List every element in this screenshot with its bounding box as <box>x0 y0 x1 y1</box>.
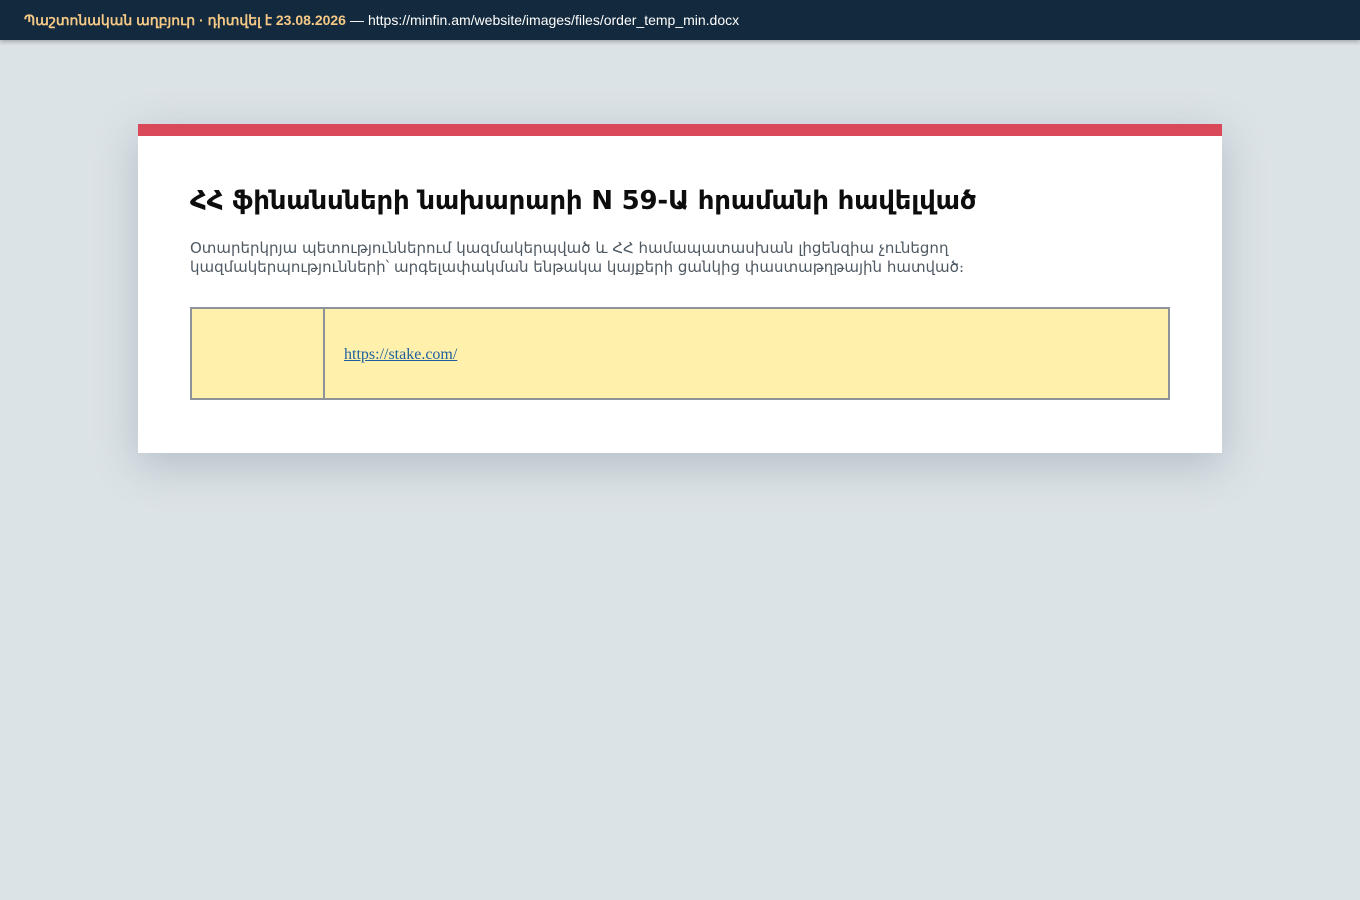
document-card: ՀՀ ֆինանսների նախարարի N 59-Ա հրամանի հա… <box>138 124 1222 453</box>
site-link[interactable]: https://stake.com/ <box>344 346 457 363</box>
table-row: https://stake.com/ <box>190 307 1170 400</box>
sites-table: https://stake.com/ <box>190 307 1170 400</box>
source-label: Պաշտոնական աղբյուր · դիտվել է 23.08.2026 <box>24 11 346 28</box>
accent-stripe <box>138 124 1222 136</box>
source-bar: Պաշտոնական աղբյուր · դիտվել է 23.08.2026… <box>0 0 1360 40</box>
row-number-cell <box>190 307 325 400</box>
row-link-cell: https://stake.com/ <box>323 307 1170 400</box>
source-url[interactable]: https://minfin.am/website/images/files/o… <box>368 12 739 28</box>
document-title: ՀՀ ֆինանսների նախարարի N 59-Ա հրամանի հա… <box>190 186 977 216</box>
document-subtitle: Օտարերկրյա պետություններում կազմակերպված… <box>190 239 965 276</box>
source-separator: — <box>349 12 364 28</box>
